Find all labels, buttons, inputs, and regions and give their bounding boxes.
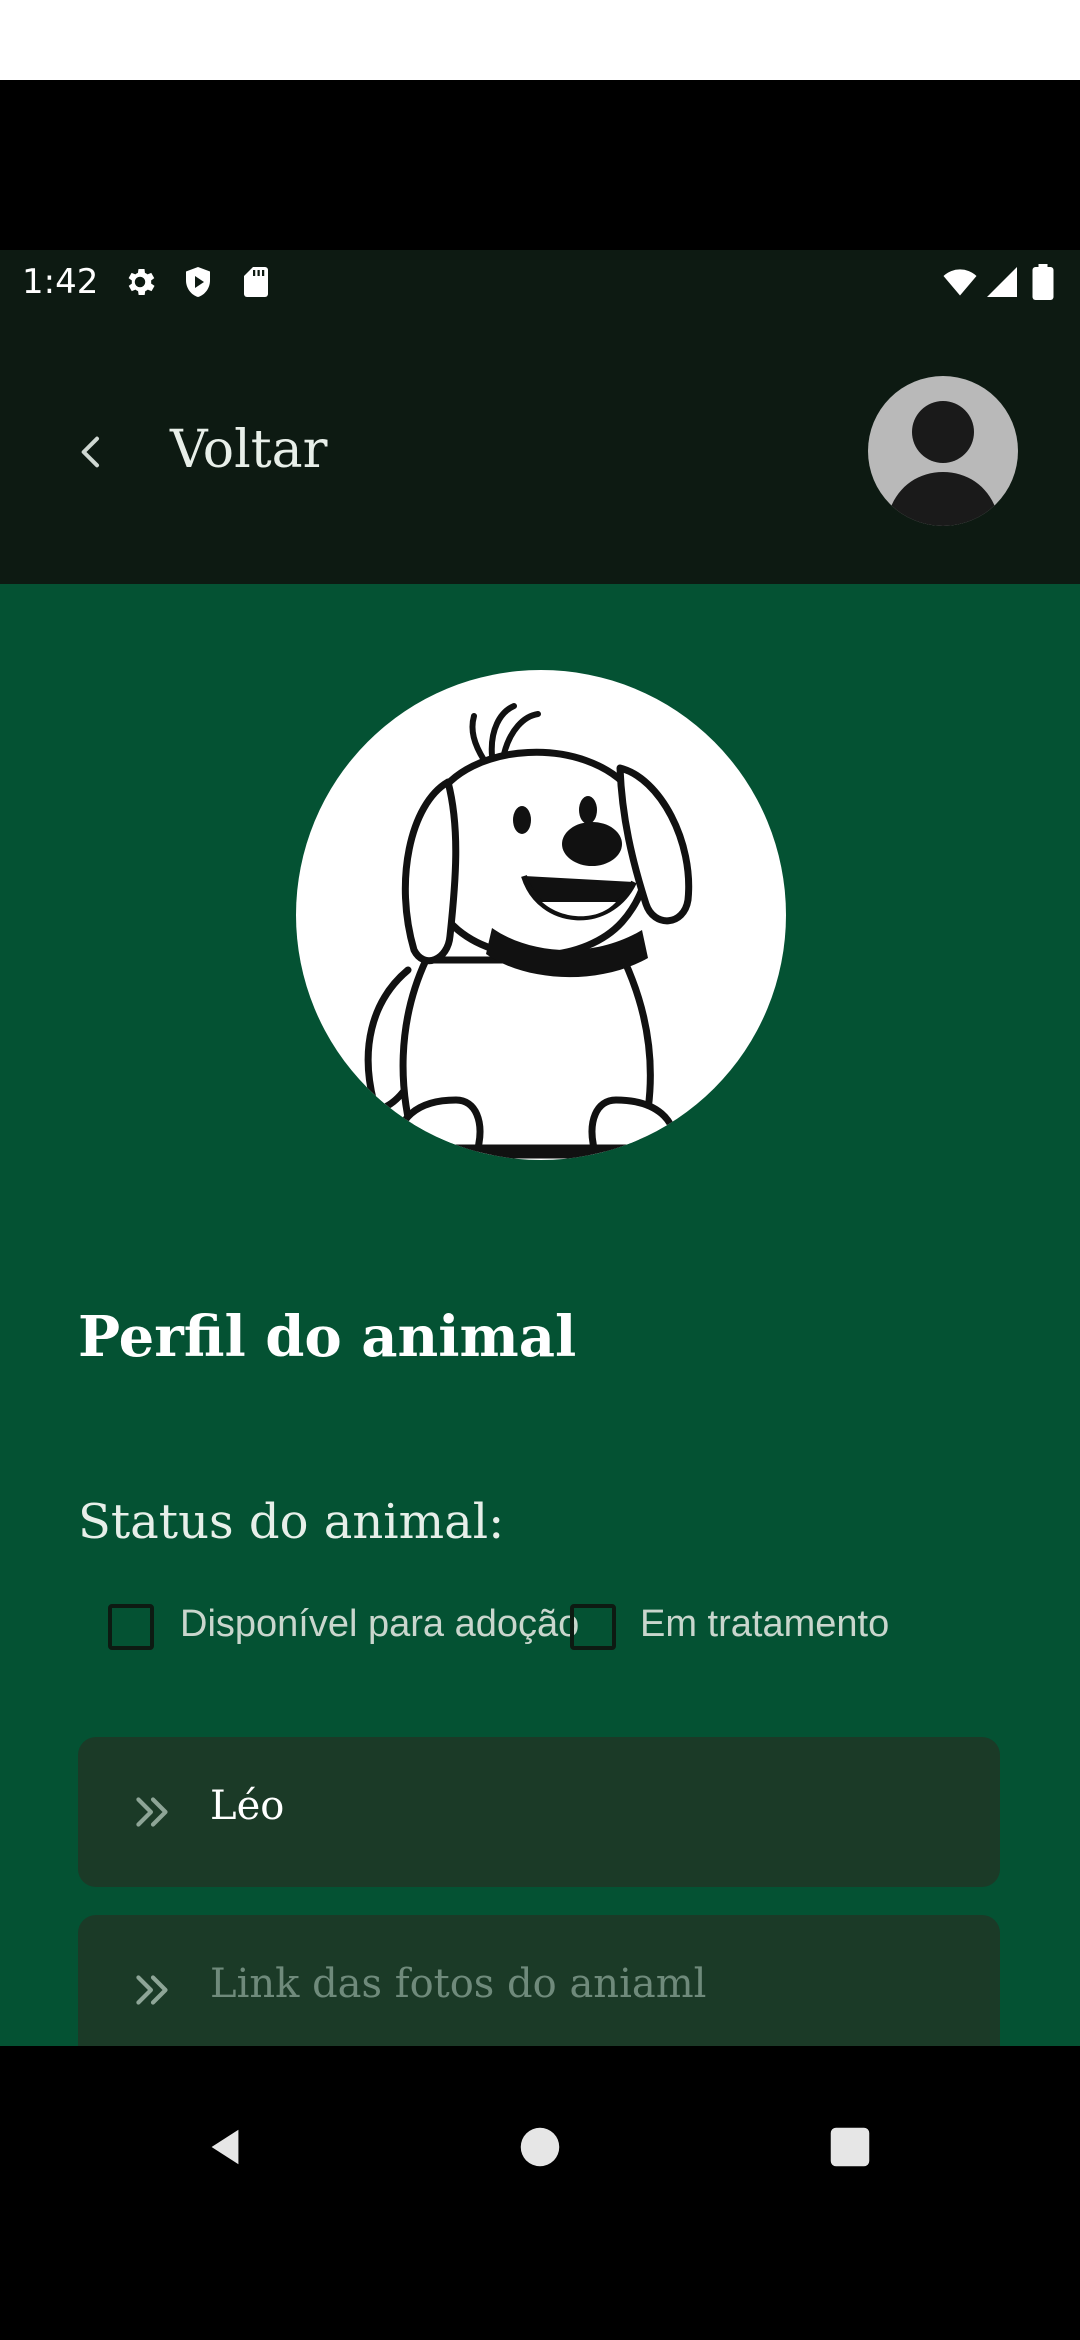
photos-link-placeholder[interactable]: Link das fotos do aniaml bbox=[210, 1961, 706, 2007]
sd-card-icon bbox=[238, 264, 274, 300]
status-label: Status do animal: bbox=[78, 1494, 505, 1550]
user-avatar-icon bbox=[886, 401, 1000, 526]
nav-back-button[interactable] bbox=[180, 2102, 270, 2192]
back-label[interactable]: Voltar bbox=[170, 420, 327, 480]
battery-icon bbox=[1030, 264, 1056, 300]
nav-home-icon bbox=[520, 2127, 560, 2167]
checkbox-in-treatment[interactable] bbox=[570, 1604, 616, 1650]
double-chevron-right-icon bbox=[128, 1787, 178, 1837]
pet-photo[interactable] bbox=[296, 670, 786, 1160]
signal-icon bbox=[984, 264, 1020, 300]
top-blank-area bbox=[0, 0, 1080, 80]
nav-recents-icon bbox=[830, 2127, 870, 2167]
checkbox-available-for-adoption[interactable] bbox=[108, 1604, 154, 1650]
app-bar: Voltar bbox=[0, 314, 1080, 584]
user-avatar[interactable] bbox=[868, 376, 1018, 526]
back-button[interactable] bbox=[62, 424, 122, 484]
double-chevron-right-icon bbox=[128, 1965, 178, 2015]
chevron-left-icon bbox=[72, 430, 112, 479]
name-field[interactable]: Léo bbox=[78, 1737, 1000, 1887]
status-bar: 1:42 bbox=[0, 250, 1080, 314]
status-time: 1:42 bbox=[22, 262, 99, 302]
settings-icon bbox=[122, 264, 158, 300]
name-field-value[interactable]: Léo bbox=[210, 1783, 284, 1829]
shield-play-icon bbox=[180, 264, 216, 300]
navigation-bar bbox=[0, 2046, 1080, 2340]
page-title: Perfil do animal bbox=[78, 1304, 577, 1370]
photos-link-field[interactable]: Link das fotos do aniaml bbox=[78, 1915, 1000, 2046]
nav-back-icon bbox=[211, 2129, 239, 2165]
content-area: Perfil do animal Status do animal: Dispo… bbox=[0, 584, 1080, 2046]
nav-home-button[interactable] bbox=[495, 2102, 585, 2192]
dog-illustration-icon bbox=[364, 703, 693, 1159]
checkbox-label-available[interactable]: Disponível para adoção bbox=[180, 1603, 579, 1646]
checkbox-label-treatment[interactable]: Em tratamento bbox=[640, 1603, 889, 1646]
wifi-icon bbox=[942, 264, 978, 300]
nav-recents-button[interactable] bbox=[805, 2102, 895, 2192]
top-black-area bbox=[0, 80, 1080, 250]
